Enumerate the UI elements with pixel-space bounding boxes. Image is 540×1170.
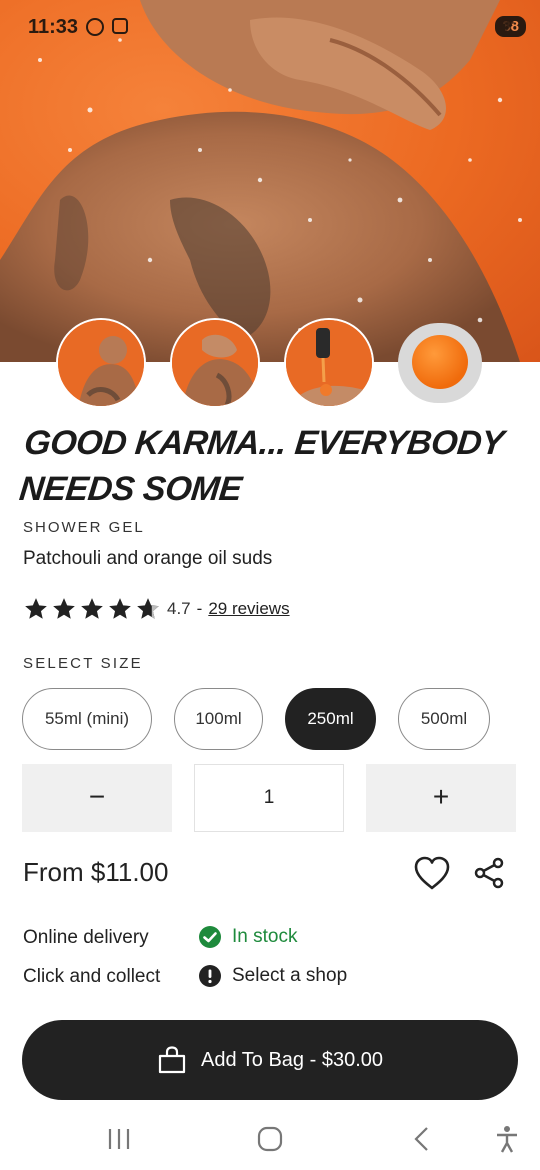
wishlist-heart-icon[interactable] [413,855,451,891]
size-option-55ml[interactable]: 55ml (mini) [22,688,152,750]
status-left-icons [86,18,128,36]
product-title: Good Karma... Everybody Needs Some [17,424,505,508]
shopping-bag-icon [158,1046,186,1074]
sync-icon [86,18,104,36]
size-option-100ml[interactable]: 100ml [174,688,263,750]
product-price: From $11.00 [23,857,169,887]
product-category: SHOWER GEL [23,519,145,536]
increase-quantity-button[interactable]: + [366,764,516,832]
thumbnail-1-image [58,320,144,406]
add-to-bag-button[interactable]: Add To Bag - $30.00 [22,1020,518,1100]
star-icon [109,598,131,619]
thumbnail-3[interactable] [284,318,374,408]
thumbnail-3-image [286,320,372,406]
star-rating [23,596,161,622]
thumbnail-2[interactable] [170,318,260,408]
status-bar: 11:33 88 [0,0,540,56]
status-right-icons: 88 [495,16,526,37]
status-time: 11:33 [28,16,79,38]
star-icon [53,598,75,619]
star-icon [81,598,103,619]
select-size-label: SELECT SIZE [23,655,143,672]
click-and-collect-label: Click and collect [23,966,161,987]
check-circle-icon [199,926,221,948]
share-icon[interactable] [472,856,506,890]
select-shop-link[interactable]: Select a shop [232,965,347,987]
accessibility-icon[interactable] [490,1124,524,1154]
size-option-250ml[interactable]: 250ml [285,688,376,750]
rating-separator: - [196,599,203,618]
image-thumbnails [56,318,482,408]
recent-apps-icon[interactable] [102,1124,136,1154]
thumbnail-4[interactable] [398,323,482,403]
in-stock-text: In stock [232,926,298,947]
quantity-stepper: − 1 + [22,764,518,832]
product-swatch-image [412,335,468,389]
star-half-icon [137,598,159,619]
product-subtitle: Patchouli and orange oil suds [23,548,273,569]
thumbnail-1[interactable] [56,318,146,408]
quantity-input[interactable]: 1 [194,764,344,832]
back-icon[interactable] [405,1124,439,1154]
online-delivery-status: In stock [198,925,297,949]
home-icon[interactable] [253,1124,287,1154]
thumbnail-2-image [172,320,258,406]
alert-circle-icon [199,965,221,987]
decrease-quantity-button[interactable]: − [22,764,172,832]
add-to-bag-label: Add To Bag - $30.00 [201,1048,383,1071]
online-delivery-label: Online delivery [23,927,149,948]
click-and-collect-status[interactable]: Select a shop [198,964,347,988]
size-options: 55ml (mini) 100ml 250ml 500ml [22,688,490,750]
product-rating: 4.7 - 29 reviews [23,596,290,622]
reviews-link[interactable]: 29 reviews [208,599,289,619]
system-nav-bar [0,1110,540,1170]
star-icon [25,598,47,619]
rating-value: 4.7 [167,599,191,618]
screenshot-icon [112,18,128,34]
size-option-500ml[interactable]: 500ml [398,688,490,750]
signal-icon [497,20,511,34]
hero-image[interactable]: 11:33 88 [0,0,540,362]
